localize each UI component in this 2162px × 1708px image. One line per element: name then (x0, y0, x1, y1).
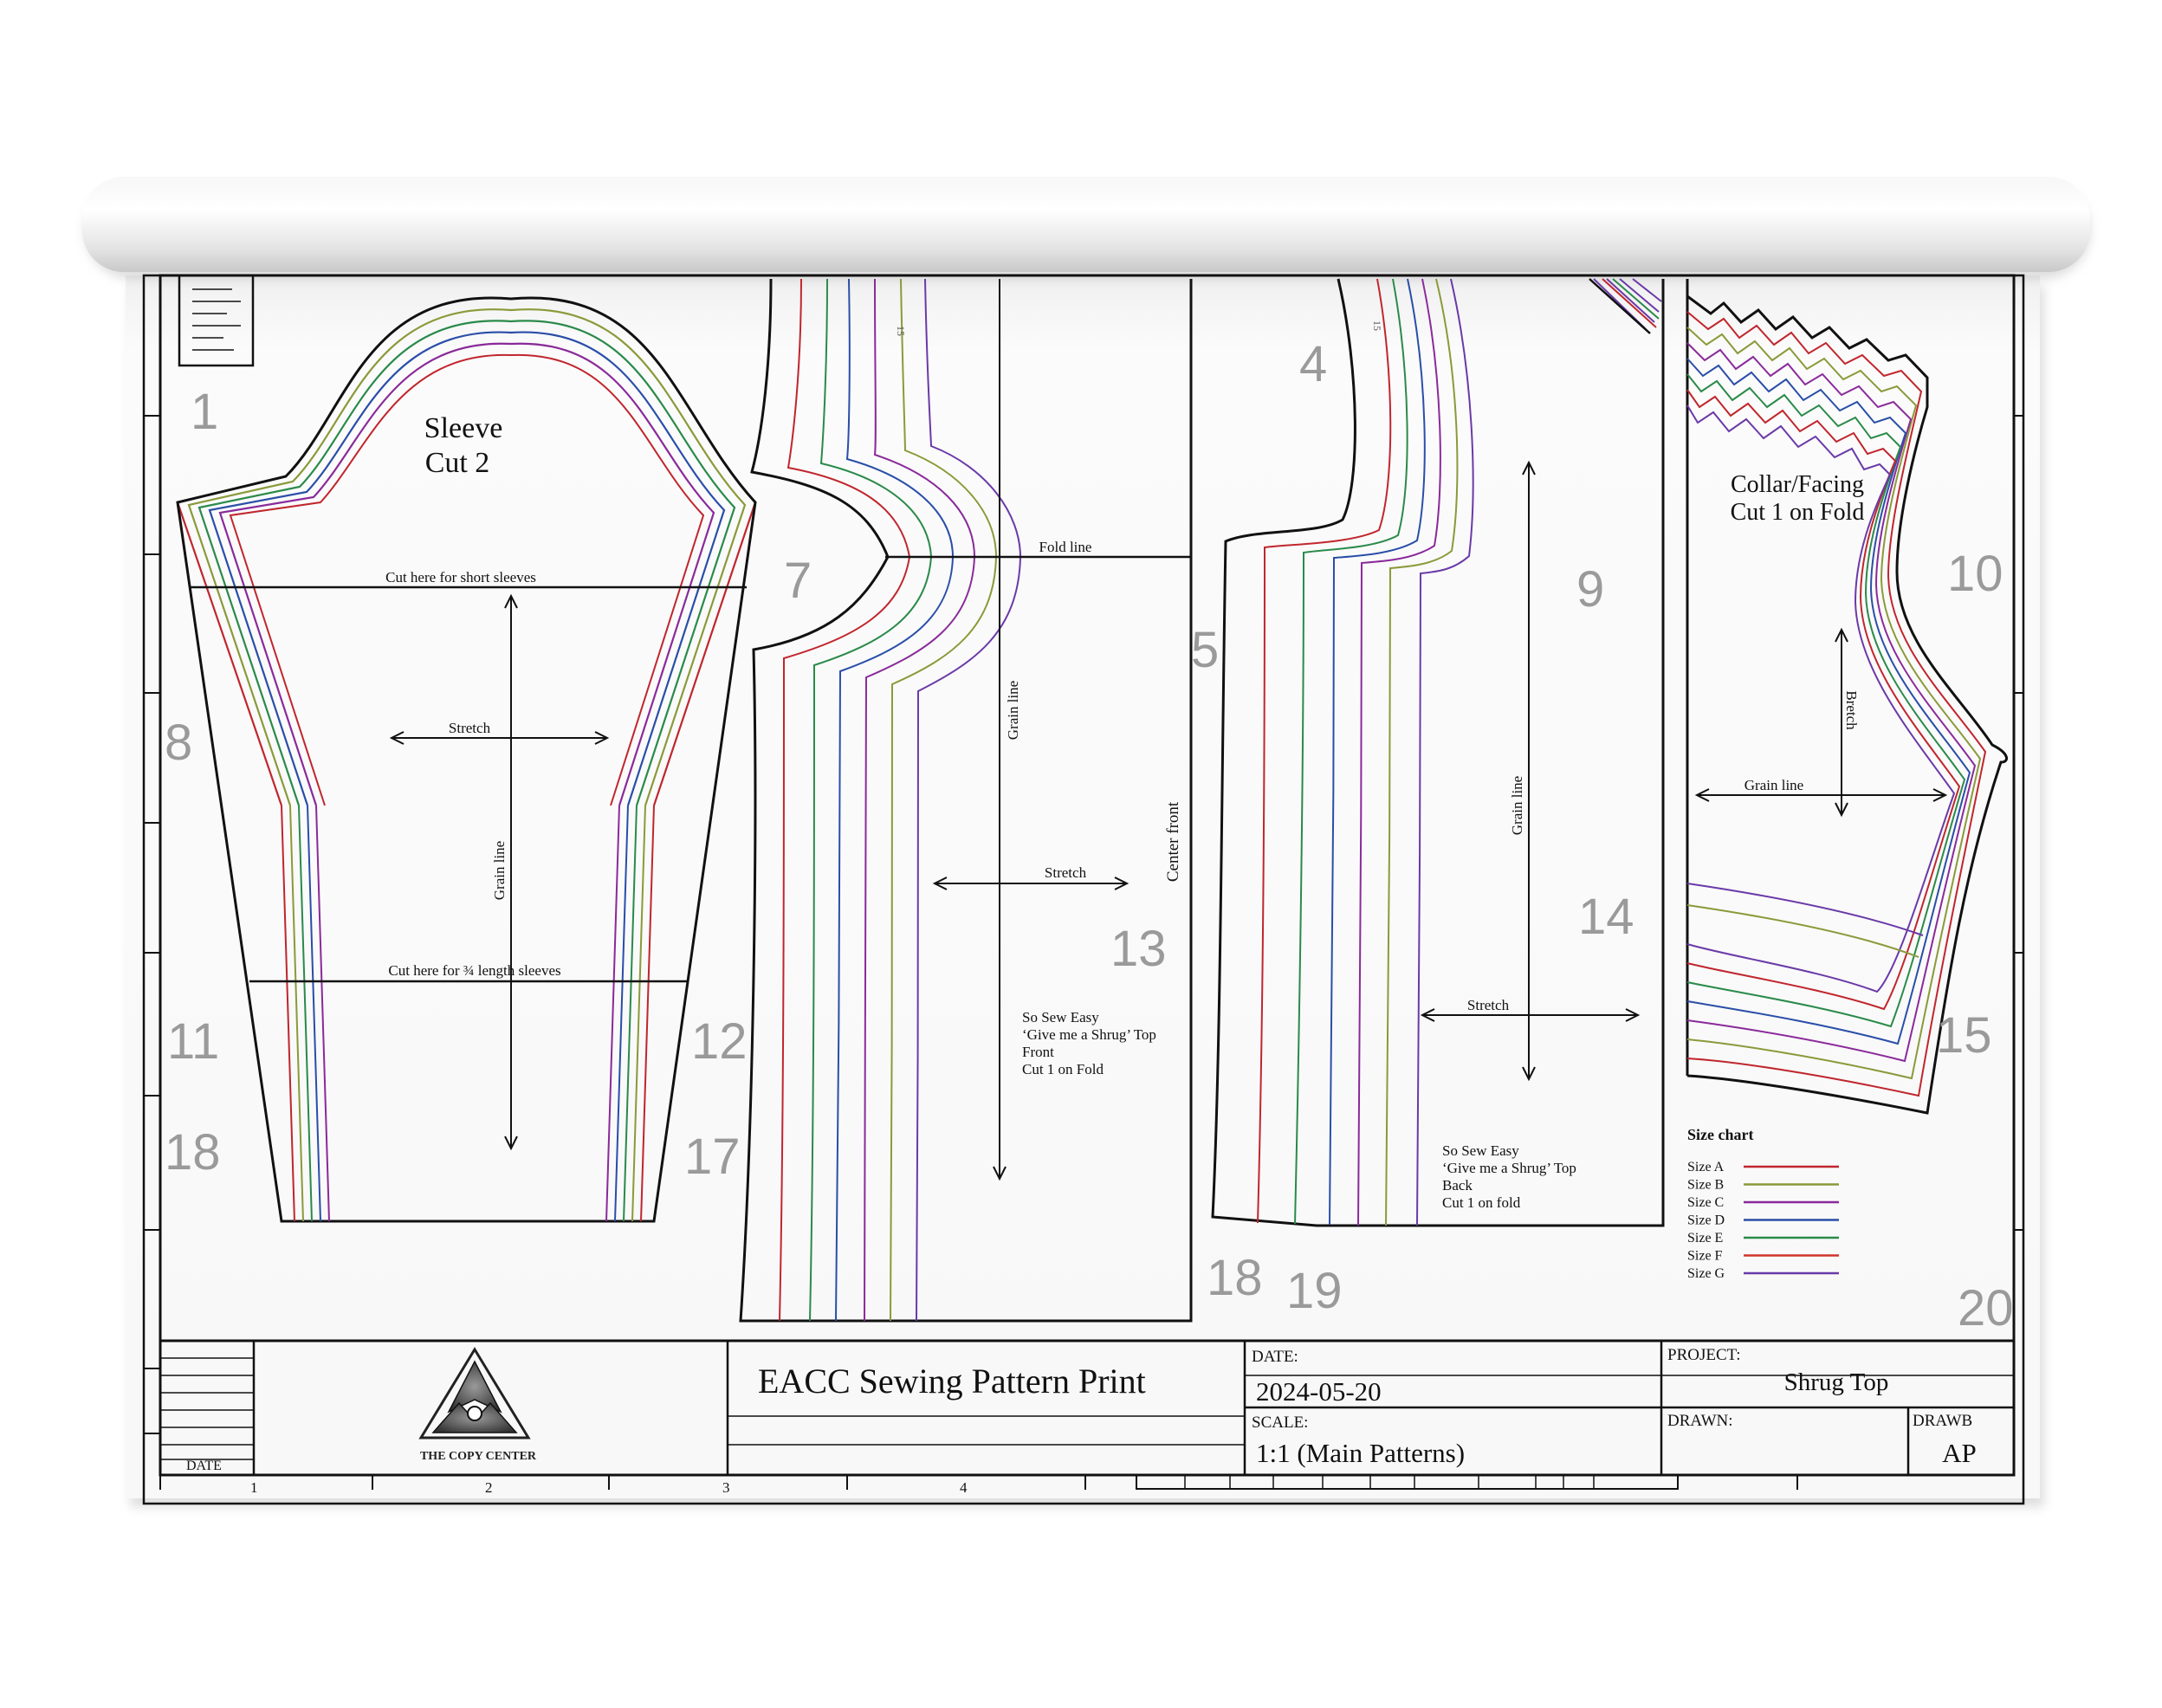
collar-stretch-label: Bretch (1843, 690, 1860, 730)
front-label-line3: Front (1022, 1044, 1054, 1060)
back-label-line2: ‘Give me a Shrug’ Top (1442, 1160, 1576, 1176)
front-grain-label: Grain line (1005, 681, 1021, 740)
scale-label: SCALE: (1252, 1414, 1308, 1432)
front-small-mark: 15 (895, 326, 907, 336)
size-chart-label: Size D (1687, 1213, 1725, 1228)
page-number: 15 (1936, 1007, 1992, 1064)
pattern-print-sheet: Sleeve Cut 2 Cut here for short sleeves … (0, 0, 2162, 1704)
size-chart-title: Size chart (1687, 1126, 1753, 1143)
size-chart-label: Size E (1687, 1231, 1723, 1245)
sleeve-grain-label: Grain line (491, 841, 508, 900)
page-number: 14 (1578, 889, 1634, 945)
size-chart-label: Size G (1687, 1266, 1725, 1281)
project-value: Shrug Top (1784, 1368, 1889, 1396)
collar-cut-count: Cut 1 on Fold (1731, 499, 1865, 526)
page-number: 10 (1947, 546, 2003, 602)
front-label-line2: ‘Give me a Shrug’ Top (1022, 1026, 1156, 1043)
page-number: 4 (1299, 336, 1327, 392)
sleeve-stretch-label: Stretch (449, 720, 491, 736)
page-number: 17 (684, 1129, 741, 1185)
back-label-line1: So Sew Easy (1442, 1142, 1519, 1159)
page-number: 5 (1191, 622, 1219, 678)
front-stretch-label: Stretch (1045, 864, 1087, 881)
back-small-mark: 15 (1371, 320, 1383, 331)
page-number: 9 (1576, 561, 1604, 618)
back-grain-label: Grain line (1509, 776, 1525, 835)
scale-value: 1:1 (Main Patterns) (1256, 1438, 1465, 1468)
page-number: 7 (784, 553, 812, 609)
size-chart-label: Size F (1687, 1249, 1723, 1264)
back-label-line3: Back (1442, 1177, 1473, 1194)
date-value: 2024-05-20 (1256, 1376, 1382, 1407)
sleeve-title: Sleeve (424, 412, 503, 444)
page-number: 18 (165, 1124, 221, 1181)
drawb-value: AP (1942, 1438, 1977, 1468)
sleeve-cut-three-quarter-label: Cut here for ¾ length sleeves (388, 962, 560, 979)
front-label-line4: Cut 1 on Fold (1022, 1061, 1104, 1077)
pattern-sheet-drawing: Sleeve Cut 2 Cut here for short sleeves … (82, 177, 2090, 1507)
page-number: 1 (191, 384, 218, 440)
front-fold-line-label: Fold line (1039, 539, 1092, 555)
project-label: PROJECT: (1667, 1346, 1741, 1364)
collar-title: Collar/Facing (1731, 471, 1864, 498)
page-number: 11 (167, 1013, 219, 1070)
page-number: 18 (1207, 1250, 1263, 1306)
ruler-number: 1 (250, 1479, 258, 1496)
sleeve-cut-count: Cut 2 (425, 447, 490, 479)
ruler-number: 2 (485, 1479, 493, 1496)
paper-roll (82, 177, 2090, 272)
ruler-number: 4 (960, 1479, 968, 1496)
sleeve-cut-short-label: Cut here for short sleeves (385, 569, 536, 586)
date-label: DATE: (1252, 1348, 1298, 1366)
paper-sheet (126, 275, 2040, 1498)
drawn-label: DRAWN: (1667, 1412, 1733, 1430)
page-number: 13 (1110, 921, 1167, 977)
size-chart-label: Size A (1687, 1160, 1725, 1174)
company-name: THE COPY CENTER (420, 1450, 537, 1463)
drawing-title: EACC Sewing Pattern Print (758, 1362, 1146, 1401)
back-label-line4: Cut 1 on fold (1442, 1194, 1521, 1211)
front-label-line1: So Sew Easy (1022, 1009, 1099, 1025)
collar-grain-label: Grain line (1744, 777, 1803, 793)
page-number: 8 (165, 715, 192, 771)
page-number: 20 (1958, 1280, 2014, 1336)
center-front-label: Center front (1164, 801, 1182, 882)
page-number: 19 (1286, 1263, 1343, 1319)
drawb-label: DRAWB (1913, 1412, 1972, 1430)
size-chart-label: Size C (1687, 1195, 1724, 1210)
size-chart-label: Size B (1687, 1178, 1724, 1193)
date-cell-label: DATE (186, 1459, 222, 1473)
ruler-number: 3 (722, 1479, 730, 1496)
back-stretch-label: Stretch (1467, 997, 1510, 1013)
page-number: 12 (691, 1013, 748, 1070)
